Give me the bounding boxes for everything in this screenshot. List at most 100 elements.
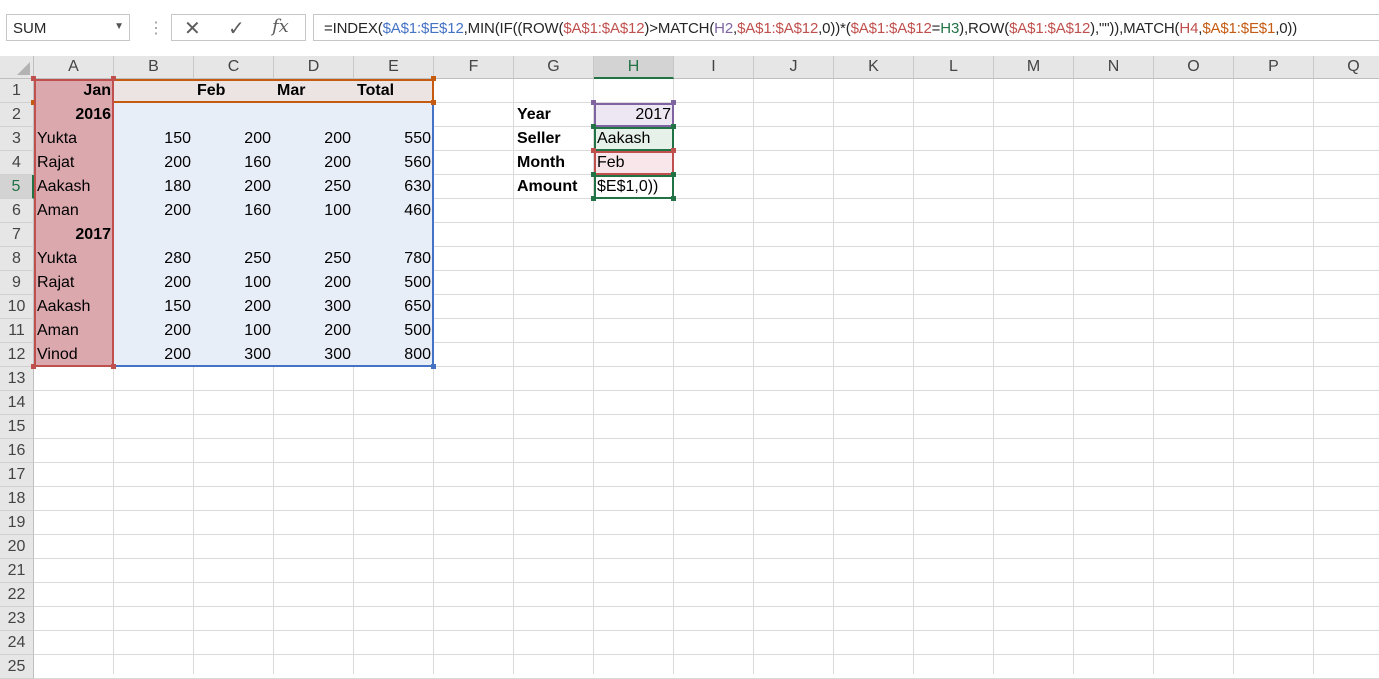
row-header-13[interactable]: 13: [0, 367, 34, 391]
column-header-i[interactable]: I: [674, 56, 754, 79]
cell-c6[interactable]: 160: [194, 199, 274, 223]
column-header-n[interactable]: N: [1074, 56, 1154, 79]
cell-b12[interactable]: 200: [114, 343, 194, 367]
cell-a5[interactable]: Aakash: [34, 175, 114, 199]
row-header-21[interactable]: 21: [0, 559, 34, 583]
cell-a8[interactable]: Yukta: [34, 247, 114, 271]
column-header-k[interactable]: K: [834, 56, 914, 79]
cell-e4[interactable]: 560: [354, 151, 434, 175]
cell-e8[interactable]: 780: [354, 247, 434, 271]
cell-h3[interactable]: Aakash: [594, 127, 674, 151]
cell-e10[interactable]: 650: [354, 295, 434, 319]
cell-a10[interactable]: Aakash: [34, 295, 114, 319]
cell-a6[interactable]: Aman: [34, 199, 114, 223]
column-header-d[interactable]: D: [274, 56, 354, 79]
row-header-5[interactable]: 5: [0, 175, 34, 199]
cell-a7[interactable]: 2017: [34, 223, 114, 247]
row-header-24[interactable]: 24: [0, 631, 34, 655]
cell-a4[interactable]: Rajat: [34, 151, 114, 175]
row-header-7[interactable]: 7: [0, 223, 34, 247]
column-header-p[interactable]: P: [1234, 56, 1314, 79]
row-header-6[interactable]: 6: [0, 199, 34, 223]
column-header-g[interactable]: G: [514, 56, 594, 79]
cell-c11[interactable]: 100: [194, 319, 274, 343]
cell-c1[interactable]: Feb: [194, 79, 274, 103]
cell-c10[interactable]: 200: [194, 295, 274, 319]
row-header-3[interactable]: 3: [0, 127, 34, 151]
cell-a1[interactable]: Jan: [34, 79, 114, 103]
column-header-l[interactable]: L: [914, 56, 994, 79]
cell-e11[interactable]: 500: [354, 319, 434, 343]
column-header-a[interactable]: A: [34, 56, 114, 79]
row-header-22[interactable]: 22: [0, 583, 34, 607]
cell-d1[interactable]: Mar: [274, 79, 354, 103]
row-header-12[interactable]: 12: [0, 343, 34, 367]
chevron-down-icon[interactable]: ▼: [114, 21, 124, 32]
cell-d4[interactable]: 200: [274, 151, 354, 175]
cell-b1[interactable]: [114, 79, 194, 103]
cell-g3[interactable]: Seller: [514, 127, 594, 151]
column-header-j[interactable]: J: [754, 56, 834, 79]
cell-a12[interactable]: Vinod: [34, 343, 114, 367]
cell-a2[interactable]: 2016: [34, 103, 114, 127]
cell-b10[interactable]: 150: [114, 295, 194, 319]
row-header-17[interactable]: 17: [0, 463, 34, 487]
cell-a3[interactable]: Yukta: [34, 127, 114, 151]
cell-b5[interactable]: 180: [114, 175, 194, 199]
cell-e9[interactable]: 500: [354, 271, 434, 295]
cell-c9[interactable]: 100: [194, 271, 274, 295]
cell-d3[interactable]: 200: [274, 127, 354, 151]
worksheet-grid[interactable]: ABCDEFGHIJKLMNOPQ 1 2 3 4 5 6 7 8 9 10 11 12 13 14 15 1…: [0, 56, 1379, 679]
column-header-o[interactable]: O: [1154, 56, 1234, 79]
column-header-m[interactable]: M: [994, 56, 1074, 79]
row-header-23[interactable]: 23: [0, 607, 34, 631]
grip-dots-icon[interactable]: ⋮: [148, 18, 164, 38]
cell-d9[interactable]: 200: [274, 271, 354, 295]
cell-c5[interactable]: 200: [194, 175, 274, 199]
name-box[interactable]: SUM ▼: [6, 14, 130, 41]
cell-e1[interactable]: Total: [354, 79, 434, 103]
row-header-8[interactable]: 8: [0, 247, 34, 271]
cell-d5[interactable]: 250: [274, 175, 354, 199]
cell-b6[interactable]: 200: [114, 199, 194, 223]
row-header-16[interactable]: 16: [0, 439, 34, 463]
cell-d8[interactable]: 250: [274, 247, 354, 271]
row-header-20[interactable]: 20: [0, 535, 34, 559]
cell-e3[interactable]: 550: [354, 127, 434, 151]
cell-a11[interactable]: Aman: [34, 319, 114, 343]
row-header-25[interactable]: 25: [0, 655, 34, 679]
cell-c12[interactable]: 300: [194, 343, 274, 367]
cell-e5[interactable]: 630: [354, 175, 434, 199]
cell-b11[interactable]: 200: [114, 319, 194, 343]
row-header-18[interactable]: 18: [0, 487, 34, 511]
cell-d6[interactable]: 100: [274, 199, 354, 223]
insert-function-icon[interactable]: fx: [272, 16, 289, 37]
cell-c8[interactable]: 250: [194, 247, 274, 271]
cell-d12[interactable]: 300: [274, 343, 354, 367]
row-header-4[interactable]: 4: [0, 151, 34, 175]
cell-c3[interactable]: 200: [194, 127, 274, 151]
cell-b9[interactable]: 200: [114, 271, 194, 295]
cell-g4[interactable]: Month: [514, 151, 594, 175]
row-header-9[interactable]: 9: [0, 271, 34, 295]
cell-d10[interactable]: 300: [274, 295, 354, 319]
row-header-11[interactable]: 11: [0, 319, 34, 343]
cell-e12[interactable]: 800: [354, 343, 434, 367]
row-header-2[interactable]: 2: [0, 103, 34, 127]
column-header-q[interactable]: Q: [1314, 56, 1379, 79]
cell-h5[interactable]: $E$1,0)): [594, 175, 674, 199]
cell-d11[interactable]: 200: [274, 319, 354, 343]
cell-h4[interactable]: Feb: [594, 151, 674, 175]
cell-a9[interactable]: Rajat: [34, 271, 114, 295]
column-header-b[interactable]: B: [114, 56, 194, 79]
formula-input[interactable]: =INDEX($A$1:$E$12,MIN(IF((ROW($A$1:$A$12…: [313, 14, 1379, 41]
cell-h2[interactable]: 2017: [594, 103, 674, 127]
cancel-icon[interactable]: ✕: [184, 16, 201, 41]
cell-b3[interactable]: 150: [114, 127, 194, 151]
row-header-1[interactable]: 1: [0, 79, 34, 103]
cell-g5[interactable]: Amount: [514, 175, 594, 199]
select-all-corner[interactable]: [0, 56, 34, 79]
cell-c4[interactable]: 160: [194, 151, 274, 175]
cell-b4[interactable]: 200: [114, 151, 194, 175]
column-header-e[interactable]: E: [354, 56, 434, 79]
